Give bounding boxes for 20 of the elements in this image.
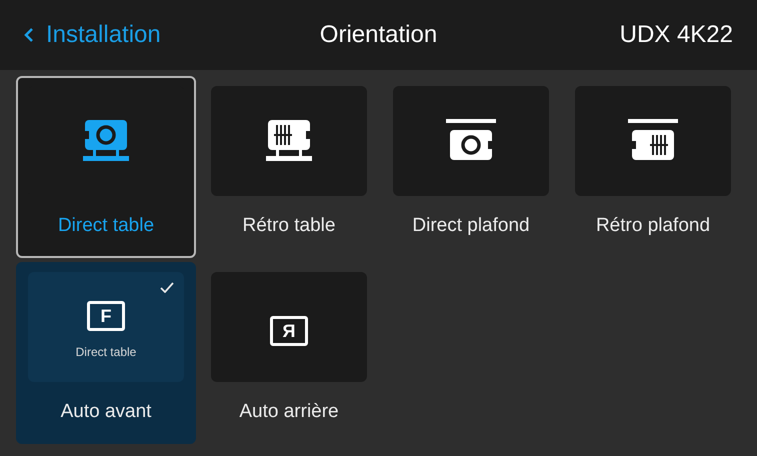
current-orientation: Direct table [76, 344, 136, 361]
option-label: Rétro plafond [596, 214, 710, 238]
option-label: Direct table [58, 214, 154, 238]
letter-frame: Я [270, 316, 308, 346]
letter-frame: F [87, 301, 125, 331]
option-label: Direct plafond [412, 214, 530, 238]
orientation-option[interactable]: Я Auto arrière [200, 262, 378, 444]
chevron-left-icon [24, 27, 34, 43]
orientation-option[interactable]: Rétro table [200, 76, 378, 258]
model-name: UDX 4K22 [618, 20, 733, 50]
back-button[interactable]: Installation [24, 17, 274, 53]
orientation-option[interactable]: Direct table [16, 76, 196, 258]
option-label: Auto avant [60, 400, 152, 424]
orientation-option[interactable]: Direct plafond [382, 76, 560, 258]
page-title: Orientation [318, 20, 438, 50]
option-label: Auto arrière [239, 400, 339, 424]
option-label: Rétro table [242, 214, 336, 238]
orientation-option[interactable]: F Direct table Auto avant [16, 262, 196, 444]
checkmark-icon [160, 282, 174, 293]
orientation-option[interactable]: Rétro plafond [564, 76, 742, 258]
